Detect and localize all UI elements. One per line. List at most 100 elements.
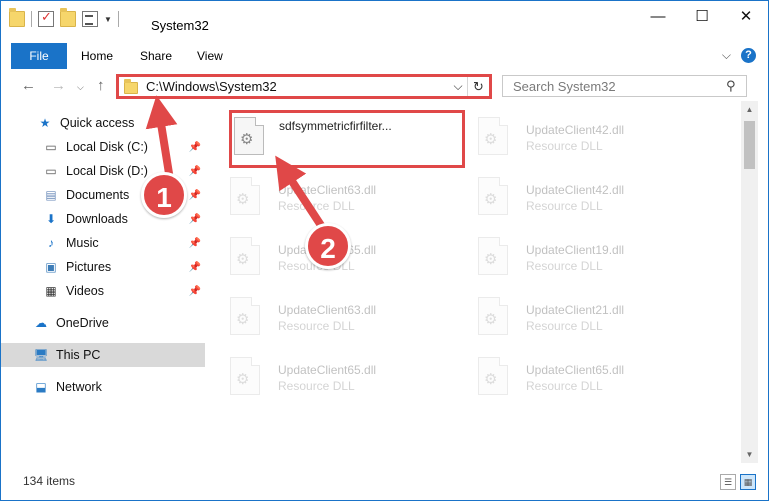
tiles-view-icon[interactable]: ▦	[740, 474, 756, 490]
properties-icon[interactable]	[82, 11, 98, 27]
search-input[interactable]: Search System32	[503, 79, 726, 94]
ribbon-tabs: File Home Share View ⌵ ?	[1, 43, 768, 69]
file-item[interactable]: ⚙ UpdateClient42.dll Resource DLL	[466, 169, 706, 227]
search-box[interactable]: Search System32 ⚲	[502, 75, 747, 97]
forward-arrow-icon[interactable]: →	[51, 77, 66, 94]
file-item[interactable]: ⚙ UpdateClient65.dll Resource DLL	[466, 349, 706, 407]
dll-file-icon: ⚙	[478, 237, 508, 275]
refresh-icon[interactable]: ↻	[467, 77, 489, 96]
navigation-bar: ← → ⌵ ↑ C:\Windows\System32 ⌵ ↻ Search S…	[1, 71, 768, 101]
address-bar[interactable]: C:\Windows\System32 ⌵ ↻	[116, 74, 492, 99]
sidebar-item-label: This PC	[56, 348, 101, 362]
sidebar-item-label: Pictures	[66, 260, 112, 274]
up-arrow-icon[interactable]: ↑	[97, 77, 105, 94]
file-type: Resource DLL	[278, 379, 355, 393]
pin-icon[interactable]: 📌	[189, 166, 201, 177]
drive-icon: ▭	[45, 164, 57, 178]
dll-file-icon: ⚙	[478, 117, 508, 155]
file-type: Resource DLL	[526, 319, 603, 333]
gear-icon: ⚙	[236, 191, 250, 208]
file-item[interactable]: ⚙ UpdateClient19.dll Resource DLL	[466, 229, 706, 287]
dll-file-icon: ⚙	[478, 297, 508, 335]
videos-icon: ▦	[45, 284, 57, 298]
dll-file-icon: ⚙	[234, 117, 264, 155]
sidebar-item-quick-access[interactable]: ★ Quick access	[1, 111, 205, 135]
file-name: UpdateClient63.dll	[278, 183, 377, 197]
address-dropdown-icon[interactable]: ⌵	[449, 79, 467, 94]
file-type: Resource DLL	[278, 319, 355, 333]
file-type: Resource DLL	[526, 199, 603, 213]
cloud-icon: ☁	[35, 316, 47, 330]
pin-icon[interactable]: 📌	[189, 214, 201, 225]
tab-file[interactable]: File	[11, 43, 67, 69]
sidebar-item-pictures[interactable]: ▣ Pictures 📌	[1, 255, 205, 279]
sidebar-item-onedrive[interactable]: ☁ OneDrive	[1, 311, 205, 335]
back-arrow-icon[interactable]: ←	[21, 77, 36, 94]
file-item-highlighted[interactable]: ⚙ sdfsymmetricfirfilter...	[229, 110, 465, 168]
quick-access-toolbar: ▼	[9, 8, 119, 27]
tab-home[interactable]: Home	[67, 43, 127, 69]
gear-icon: ⚙	[484, 311, 498, 328]
help-icon[interactable]: ?	[741, 48, 756, 63]
ribbon-right-controls: ⌵ ?	[722, 48, 756, 63]
gear-icon: ⚙	[484, 191, 498, 208]
sidebar-item-network[interactable]: ⬓ Network	[1, 375, 205, 399]
sidebar-item-label: Music	[66, 236, 99, 250]
sidebar-item-this-pc[interactable]: 🖥 This PC	[1, 343, 205, 367]
file-name: sdfsymmetricfirfilter...	[279, 119, 392, 133]
close-button[interactable]: ✕	[724, 1, 768, 31]
vertical-scrollbar[interactable]: ▲ ▼	[741, 101, 758, 463]
tab-view[interactable]: View	[183, 43, 237, 69]
address-path[interactable]: C:\Windows\System32	[146, 79, 449, 94]
pin-icon[interactable]: 📌	[189, 286, 201, 297]
new-folder-icon[interactable]	[60, 8, 76, 27]
callout-badge-2: 2	[305, 223, 351, 269]
gear-icon: ⚙	[236, 371, 250, 388]
callout-badge-1: 1	[141, 172, 187, 218]
sidebar-item-videos[interactable]: ▦ Videos 📌	[1, 279, 205, 303]
pin-icon[interactable]: 📌	[189, 190, 201, 201]
pin-icon[interactable]: 📌	[189, 262, 201, 273]
music-icon: ♪	[48, 236, 54, 250]
item-count: 134 items	[23, 474, 76, 488]
file-item[interactable]: ⚙ UpdateClient63.dll Resource DLL	[218, 289, 458, 347]
star-icon: ★	[39, 116, 51, 130]
status-bar: 134 items ☰ ▦	[1, 469, 768, 500]
drive-icon: ▭	[45, 140, 57, 154]
maximize-button[interactable]: ☐	[680, 1, 724, 31]
pin-icon[interactable]: 📌	[189, 238, 201, 249]
file-name: UpdateClient65.dll	[278, 363, 377, 377]
navigation-pane: ★ Quick access ▭ Local Disk (C:) 📌 ▭ Loc…	[1, 109, 205, 469]
file-item[interactable]: ⚙ UpdateClient21.dll Resource DLL	[466, 289, 706, 347]
download-icon: ⬇	[45, 212, 57, 226]
sidebar-item-label: OneDrive	[56, 316, 109, 330]
documents-icon: ▤	[45, 188, 57, 202]
scroll-down-icon[interactable]: ▼	[741, 446, 758, 463]
search-icon[interactable]: ⚲	[726, 78, 746, 94]
gear-icon: ⚙	[236, 311, 250, 328]
file-item[interactable]: ⚙ UpdateClient63.dll Resource DLL	[218, 169, 458, 227]
window-title: System32	[151, 18, 209, 33]
gear-icon: ⚙	[484, 251, 498, 268]
gear-icon: ⚙	[484, 371, 498, 388]
dll-file-icon: ⚙	[230, 357, 260, 395]
file-item[interactable]: ⚙ UpdateClient42.dll Resource DLL	[466, 109, 706, 167]
scroll-up-icon[interactable]: ▲	[741, 101, 758, 118]
file-name: UpdateClient42.dll	[526, 123, 625, 137]
sidebar-item-music[interactable]: ♪ Music 📌	[1, 231, 205, 255]
expand-ribbon-chevron-icon[interactable]: ⌵	[722, 48, 731, 63]
minimize-button[interactable]: —	[636, 1, 680, 31]
sidebar-item-local-disk-c[interactable]: ▭ Local Disk (C:) 📌	[1, 135, 205, 159]
gear-icon: ⚙	[236, 251, 250, 268]
customize-toolbar-dropdown[interactable]: ▼	[104, 15, 112, 24]
pin-icon[interactable]: 📌	[189, 142, 201, 153]
toolbar-divider	[31, 11, 32, 27]
file-item[interactable]: ⚙ UpdateClient65.dll Resource DLL	[218, 349, 458, 407]
tab-share[interactable]: Share	[126, 43, 186, 69]
scrollbar-thumb[interactable]	[744, 121, 755, 169]
recent-locations-chevron-icon[interactable]: ⌵	[77, 82, 84, 93]
properties-check-icon[interactable]	[38, 9, 54, 27]
details-view-icon[interactable]: ☰	[720, 474, 736, 490]
dll-file-icon: ⚙	[478, 177, 508, 215]
file-type: Resource DLL	[526, 139, 603, 153]
